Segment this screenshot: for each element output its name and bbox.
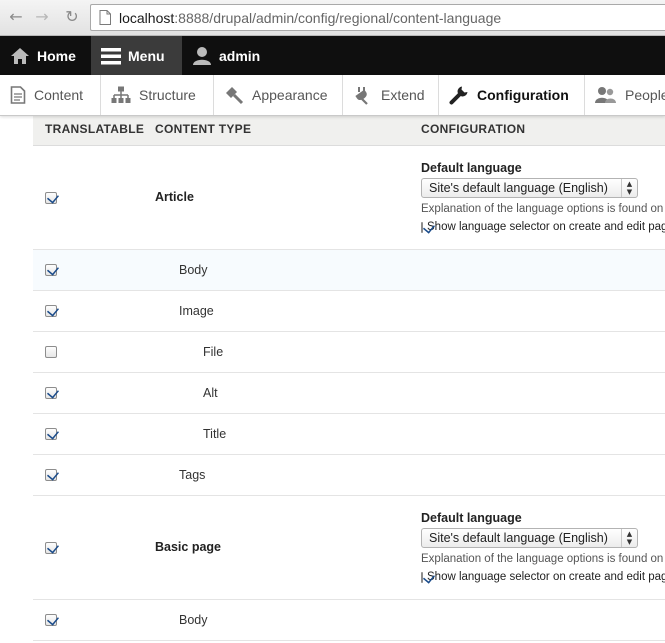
table-row: Body [33,249,665,291]
address-bar[interactable]: localhost:8888/drupal/admin/config/regio… [90,4,665,31]
translatable-checkbox[interactable] [45,541,57,554]
content-type-label: Basic page [155,495,421,600]
default-language-select[interactable]: Site's default language (English) ▲ ▼ [421,178,638,198]
tray-item-label: Extend [381,87,425,103]
translatable-checkbox[interactable] [45,305,57,318]
tray-item-extend[interactable]: Extend [343,75,439,115]
forward-arrow-icon[interactable]: → [32,7,52,27]
toolbar-menu[interactable]: Menu [91,36,182,75]
toolbar-tray: Content Structure Appearance Extend Conf… [0,75,665,116]
extend-icon [355,87,368,105]
translatable-checkbox[interactable] [45,614,57,627]
user-icon [193,46,211,65]
tray-item-configuration[interactable]: Configuration [439,75,585,115]
table-row: Alt [33,372,665,414]
translatable-checkbox[interactable] [45,346,57,359]
home-icon [11,47,29,64]
translatable-checkbox[interactable] [45,387,57,400]
content-icon [10,86,26,104]
translatable-checkbox[interactable] [45,264,57,277]
field-label: File [155,331,421,373]
table-row: Tags [33,454,665,496]
toolbar-home-label: Home [37,47,76,64]
select-arrows-icon: ▲ ▼ [621,529,637,547]
toolbar-menu-label: Menu [128,47,165,64]
browser-toolbar: ← → ↻ localhost:8888/drupal/admin/config… [0,0,665,36]
people-icon [595,87,616,103]
url-text: localhost:8888/drupal/admin/config/regio… [119,10,502,26]
field-label: Image [155,290,421,332]
field-label: Alt [155,372,421,414]
tray-item-label: Configuration [477,87,569,103]
table-row: Article Default language Site's default … [33,145,665,250]
appearance-icon [226,87,244,105]
language-options-description: Explanation of the language options is f… [421,203,665,215]
content-type-label: Article [155,145,421,250]
page-icon [99,10,111,25]
structure-icon [111,86,131,103]
tray-item-label: Appearance [252,87,328,103]
tray-item-content[interactable]: Content [0,75,101,115]
translatable-checkbox[interactable] [45,469,57,482]
toolbar-user[interactable]: admin [182,36,282,75]
configuration-icon [449,86,468,105]
field-label: Body [155,249,421,291]
show-language-selector-checkbox[interactable] [421,221,423,233]
table-row: Basic page Default language Site's defau… [33,495,665,600]
field-label: Body [155,599,421,641]
default-language-label: Default language [421,161,522,175]
show-language-selector-checkbox[interactable] [421,571,423,583]
tray-item-label: People [625,87,665,103]
tray-item-appearance[interactable]: Appearance [214,75,343,115]
table-row: Title [33,413,665,455]
default-language-label: Default language [421,511,522,525]
toolbar-home[interactable]: Home [0,36,91,75]
tray-item-people[interactable]: People [585,75,665,115]
table-row: Body [33,599,665,641]
tray-item-label: Content [34,87,84,103]
show-language-selector-label: Show language selector on create and edi… [427,571,665,583]
back-arrow-icon[interactable]: ← [6,7,26,27]
translatable-checkbox[interactable] [45,191,57,204]
admin-toolbar: Home Menu admin [0,36,665,75]
translatable-checkbox[interactable] [45,428,57,441]
default-language-select[interactable]: Site's default language (English) ▲ ▼ [421,528,638,548]
show-language-selector-label: Show language selector on create and edi… [427,221,665,233]
hamburger-icon [101,47,121,64]
field-label: Tags [155,454,421,496]
field-label: Title [155,413,421,455]
table-row: File [33,331,665,373]
tray-item-label: Structure [139,87,196,103]
content-language-table: TRANSLATABLE CONTENT TYPE CONFIGURATION … [33,105,665,641]
tray-item-structure[interactable]: Structure [101,75,214,115]
table-row: Image [33,290,665,332]
language-options-description: Explanation of the language options is f… [421,553,665,565]
reload-icon[interactable]: ↻ [62,7,82,27]
select-arrows-icon: ▲ ▼ [621,179,637,197]
toolbar-user-label: admin [219,47,261,64]
